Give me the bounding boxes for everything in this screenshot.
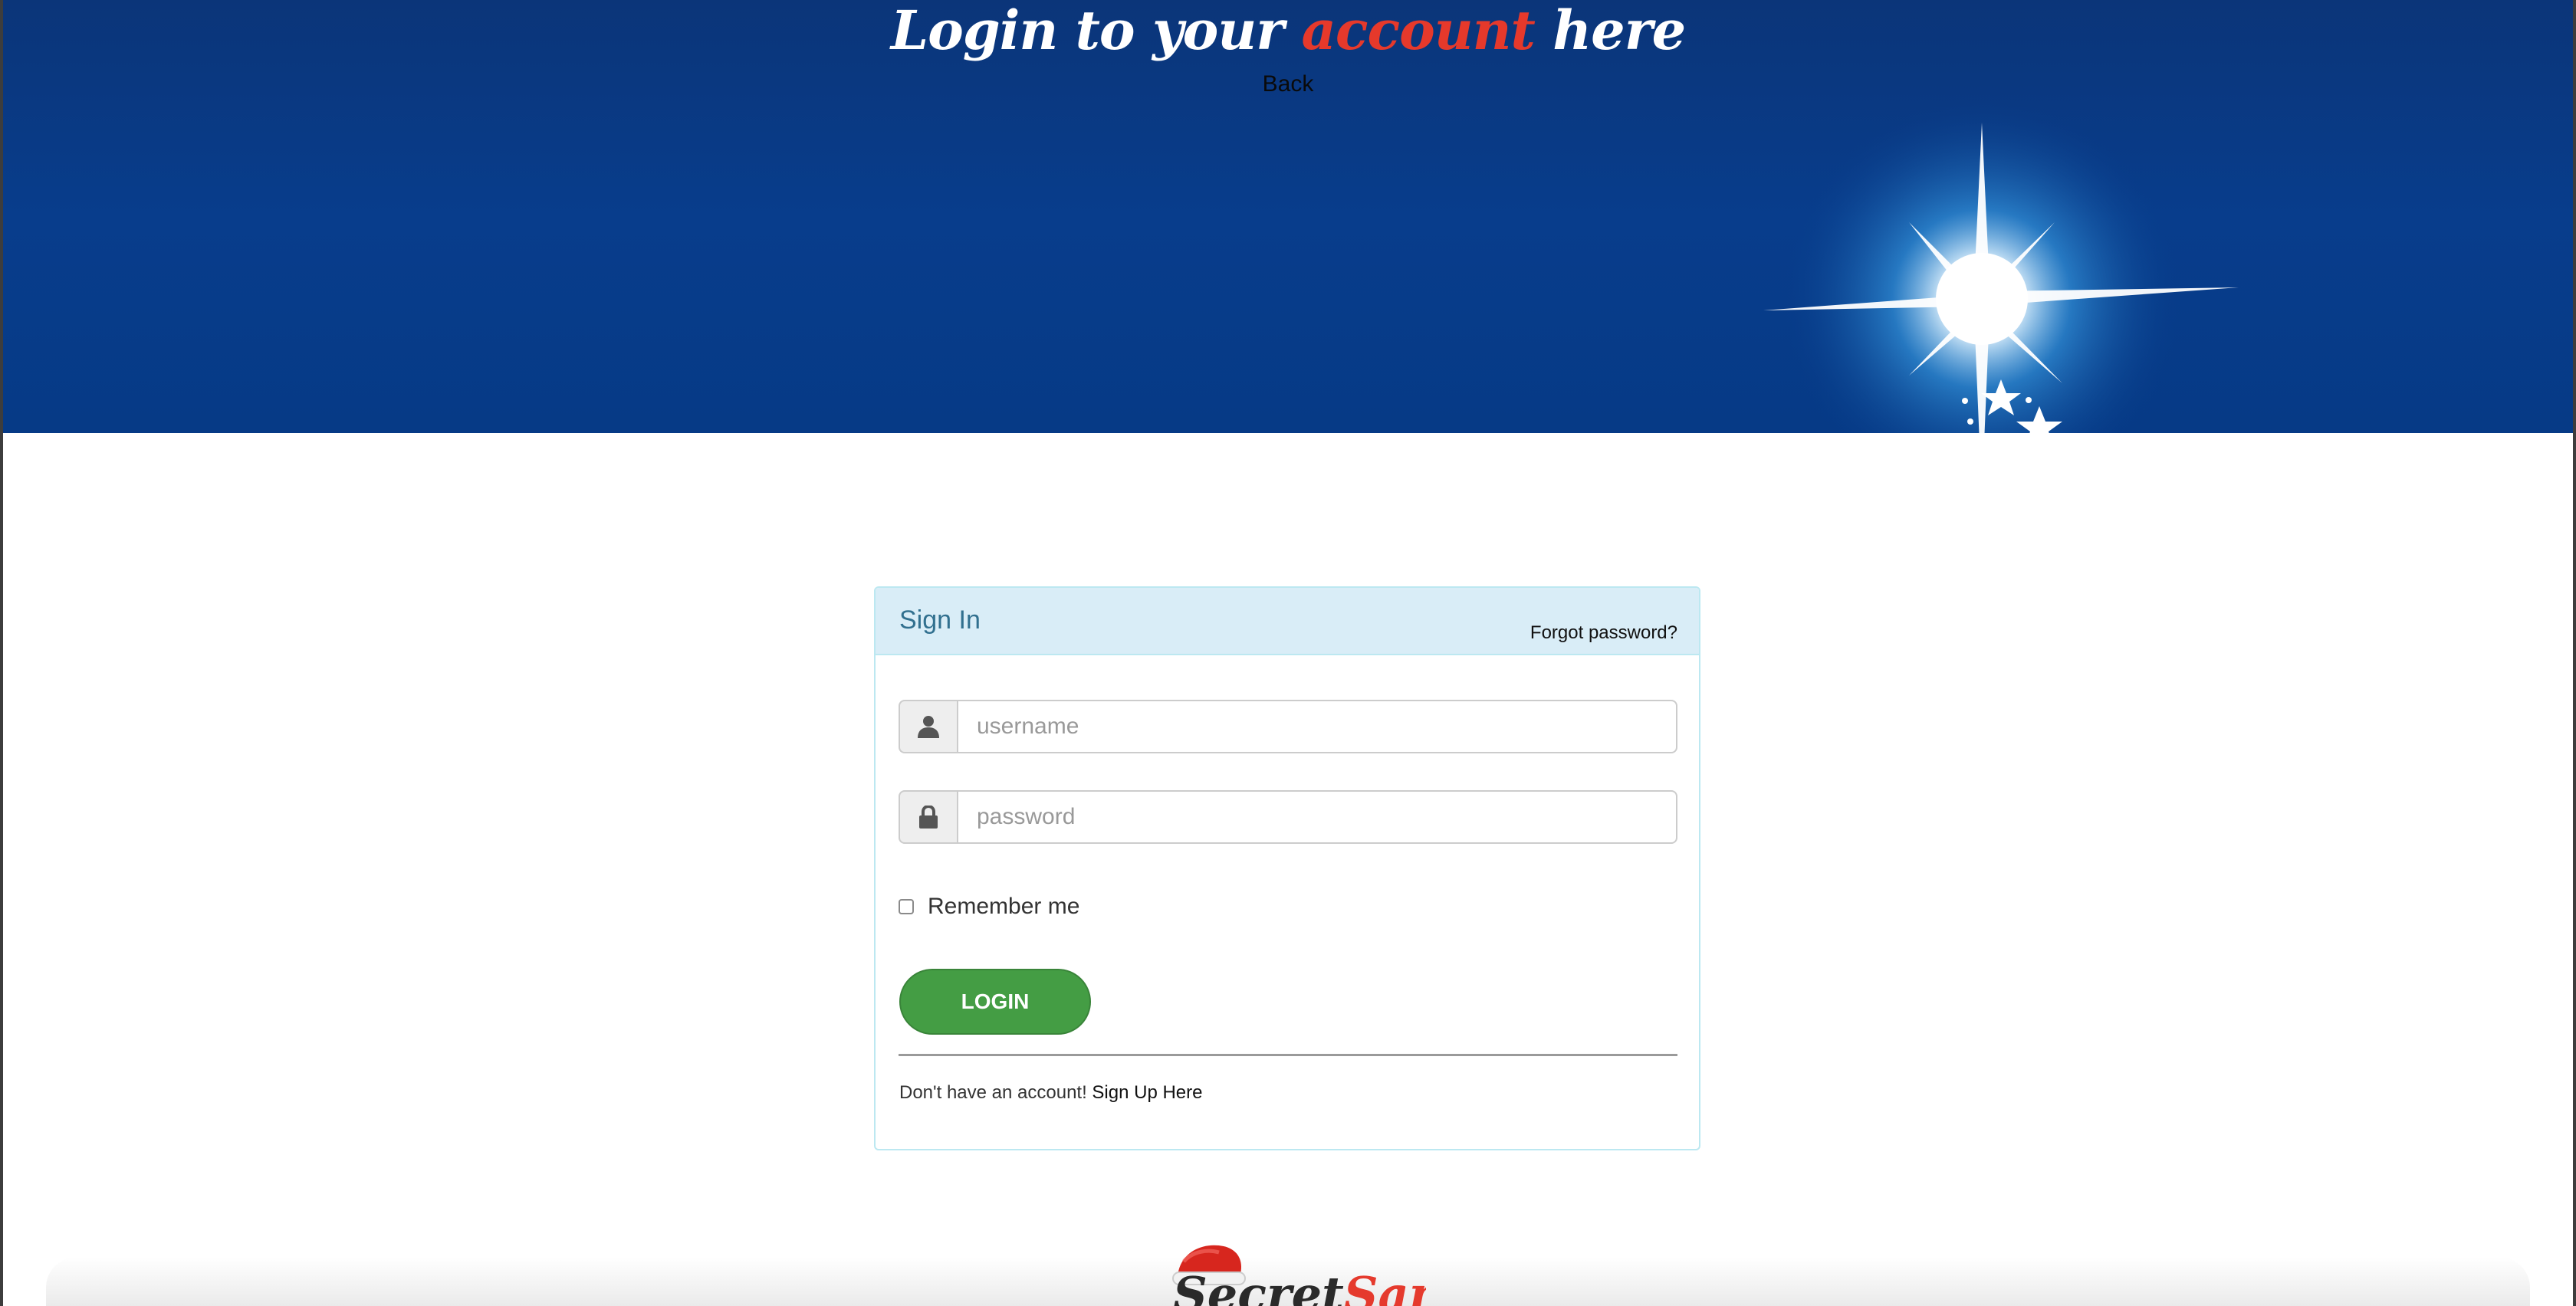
star-glow-decoration	[1763, 100, 2239, 433]
logo-wordmark: SecretSanta	[1173, 1268, 1426, 1306]
username-input-group	[899, 700, 1677, 753]
panel-title: Sign In	[899, 605, 981, 635]
user-icon	[918, 716, 939, 738]
secret-santa-logo: SecretSanta	[1165, 1234, 1426, 1306]
sign-in-panel: Sign In Forgot password? R	[874, 586, 1700, 1150]
logo-word-santa: Santa	[1343, 1266, 1426, 1306]
forgot-password-link[interactable]: Forgot password?	[1530, 622, 1677, 645]
signup-row: Don't have an account! Sign Up Here	[899, 1081, 1203, 1104]
username-addon	[899, 700, 957, 753]
signup-prompt: Don't have an account!	[899, 1082, 1092, 1103]
divider	[899, 1054, 1677, 1056]
password-input[interactable]	[957, 790, 1677, 844]
window-border-right	[2573, 0, 2576, 1306]
hero-banner: Login to your account here Back	[0, 0, 2576, 433]
heading-accent-word: account	[1301, 0, 1535, 62]
password-addon	[899, 790, 957, 844]
panel-heading: Sign In Forgot password?	[876, 588, 1699, 655]
login-page: Login to your account here Back Sign In …	[0, 0, 2576, 1306]
login-button[interactable]: LOGIN	[899, 969, 1091, 1035]
heading-text-end: here	[1534, 0, 1686, 62]
back-link[interactable]: Back	[1263, 71, 1314, 97]
remember-me-row: Remember me	[899, 891, 1079, 922]
remember-me-label[interactable]: Remember me	[928, 894, 1079, 920]
lock-icon	[919, 806, 938, 829]
window-border-left	[0, 0, 3, 1306]
password-input-group	[899, 790, 1677, 844]
back-link-row: Back	[0, 71, 2576, 98]
sign-up-link[interactable]: Sign Up Here	[1092, 1082, 1202, 1103]
logo-word-secret: Secret	[1173, 1266, 1344, 1306]
remember-me-checkbox[interactable]	[899, 899, 914, 914]
heading-text-start: Login to your	[890, 0, 1302, 62]
page-heading: Login to your account here	[0, 0, 2576, 61]
username-input[interactable]	[957, 700, 1677, 753]
